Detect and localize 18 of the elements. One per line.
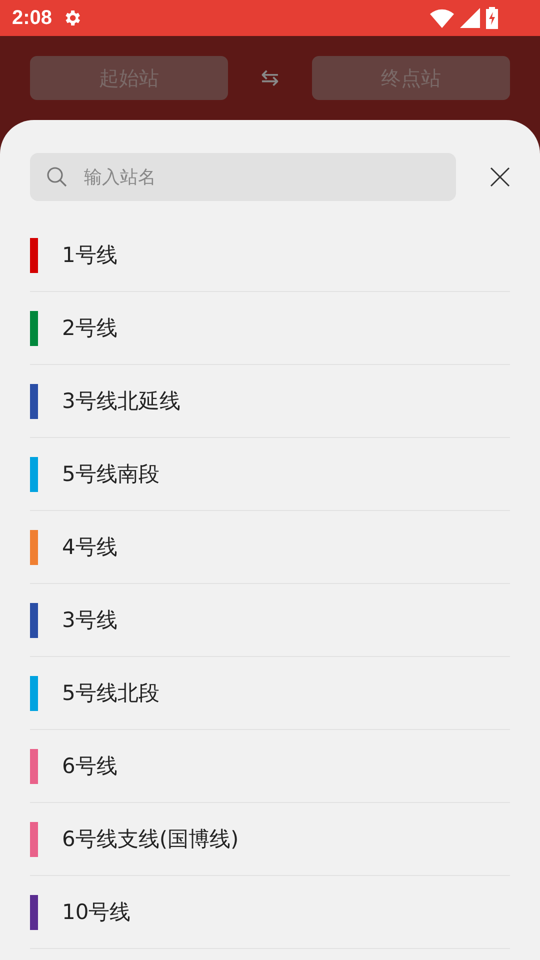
close-icon[interactable] — [490, 167, 510, 187]
line-list-item[interactable]: 5号线北段 — [30, 657, 510, 730]
line-list-item[interactable]: 6号线 — [30, 730, 510, 803]
battery-icon — [486, 7, 498, 29]
search-field[interactable]: 输入站名 — [30, 153, 456, 201]
line-list-item[interactable]: 1号线 — [30, 219, 510, 292]
line-list-item[interactable]: 4号线 — [30, 511, 510, 584]
line-list-item[interactable]: 5号线南段 — [30, 438, 510, 511]
line-list-item[interactable]: 2号线 — [30, 292, 510, 365]
line-list-item[interactable]: 3号线北延线 — [30, 365, 510, 438]
search-icon — [46, 166, 68, 188]
signal-icon — [460, 8, 480, 28]
line-list-item[interactable]: 6号线支线(国博线) — [30, 803, 510, 876]
wifi-icon — [430, 8, 454, 28]
swap-glyph[interactable]: ⇆ — [228, 66, 312, 90]
status-time: 2:08 — [12, 6, 52, 30]
line-list-item[interactable]: 3号线 — [30, 584, 510, 657]
line-list-item[interactable]: 10号线 — [30, 876, 510, 949]
